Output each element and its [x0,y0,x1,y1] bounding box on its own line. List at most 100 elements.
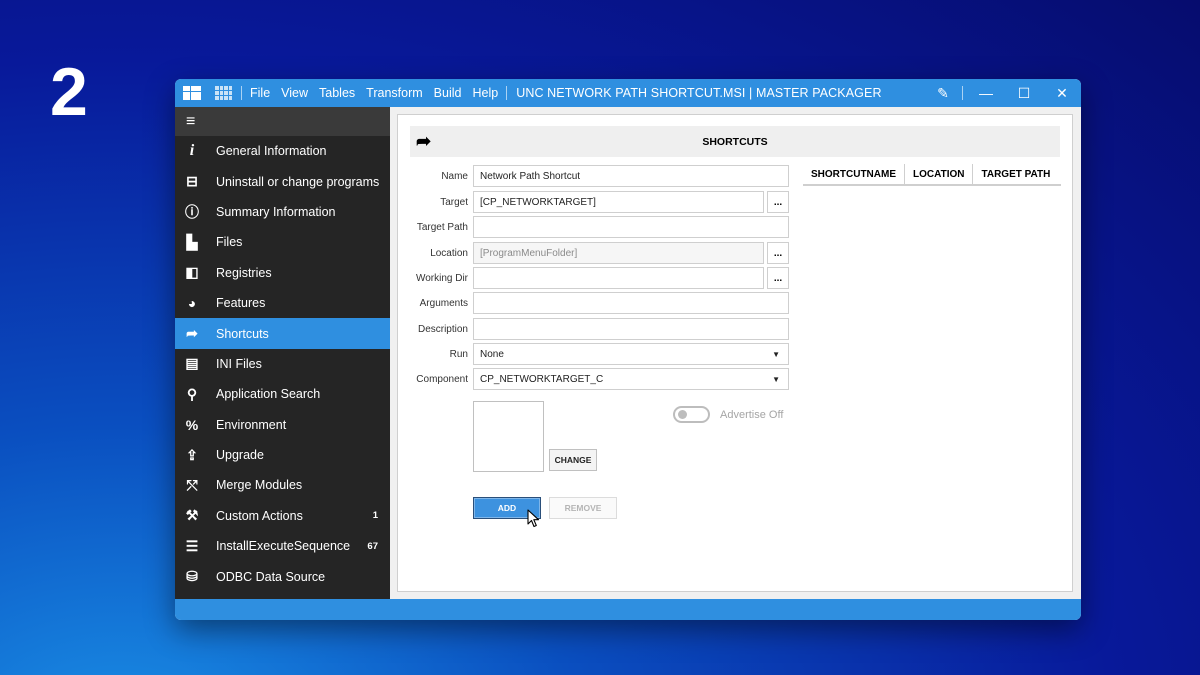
titlebar-divider [506,86,508,100]
sidebar-item-summary-information[interactable]: ⓘ Summary Information [175,197,390,227]
menu-build[interactable]: Build [434,86,462,100]
target-path-label: Target Path [416,221,468,233]
sidebar: ≡ i General Information ⊟ Uninstall or chan… [175,107,390,599]
info-circle-icon: ⓘ [185,203,199,220]
panel-title: SHORTCUTS [702,135,768,148]
sidebar-item-label: Upgrade [216,448,264,463]
menu-file[interactable]: File [250,86,270,100]
sidebar-item-label: Summary Information [216,204,336,219]
shortcut-arrow-icon: ➦ [186,325,198,342]
sidebar-item-files[interactable]: ▙ Files [175,227,390,257]
edit-pen-icon[interactable]: ✎ [928,79,958,107]
window-controls: ✎ — ☐ ✕ [928,79,1081,107]
component-select[interactable]: CP_NETWORKTARGET_C ▼ [473,368,789,390]
sidebar-item-shortcuts[interactable]: ➦ Shortcuts [175,318,390,349]
tools-icon: ⚒ [185,507,199,524]
uninstall-icon: ⊟ [186,173,198,190]
target-row: Target [CP_NETWORKTARGET] ... [410,191,790,213]
list-icon: ☰ [185,537,199,554]
sidebar-item-label: Application Search [216,387,321,402]
remove-button[interactable]: REMOVE [549,497,617,519]
toggle-knob [678,410,687,419]
location-browse-button[interactable]: ... [767,242,789,264]
target-path-input[interactable] [473,216,789,238]
advertise-label: Advertise Off [720,408,784,421]
close-button[interactable]: ✕ [1043,79,1081,107]
component-row: Component CP_NETWORKTARGET_C ▼ [410,368,790,390]
sidebar-item-merge-modules[interactable]: ⤲ Merge Modules [175,470,390,500]
sidebar-item-upgrade[interactable]: ⇪ Upgrade [175,440,390,470]
titlebar-divider [241,86,242,100]
arguments-input[interactable] [473,292,789,314]
column-target-path[interactable]: TARGET PATH [973,164,1058,184]
change-icon-button[interactable]: CHANGE [549,449,597,471]
sidebar-item-label: Files [216,235,243,250]
title-bar: File View Tables Transform Build Help UN… [175,79,1081,107]
titlebar-divider [962,86,963,100]
target-browse-button[interactable]: ... [767,191,789,213]
minimize-button[interactable]: — [967,79,1005,107]
merge-icon: ⤲ [186,476,198,493]
location-input[interactable]: [ProgramMenuFolder] [473,242,764,264]
shortcuts-table-header: SHORTCUTNAME LOCATION TARGET PATH [803,164,1061,186]
target-path-row: Target Path [410,216,790,238]
grid-view-icon[interactable] [215,86,232,100]
sidebar-item-label: Uninstall or change programs [216,174,380,189]
sidebar-item-label: Features [216,296,266,311]
working-dir-row: Working Dir ... [410,267,790,289]
mouse-cursor-icon [527,509,540,528]
column-location[interactable]: LOCATION [905,164,974,184]
working-dir-input[interactable] [473,267,764,289]
info-italic-icon: i [189,142,195,160]
count-badge: 1 [372,510,378,522]
sidebar-list: i General Information ⊟ Uninstall or change… [175,136,390,592]
target-input[interactable]: [CP_NETWORKTARGET] [473,191,764,213]
component-select-value: CP_NETWORKTARGET_C [480,373,604,385]
file-icon: ▙ [186,233,198,250]
sidebar-item-application-search[interactable]: ⚲ Application Search [175,379,390,409]
sidebar-item-label: Merge Modules [216,478,303,493]
app-window: File View Tables Transform Build Help UN… [175,79,1081,620]
sidebar-item-installexecutesequence[interactable]: ☰ InstallExecuteSequence 67 [175,531,390,561]
sidebar-item-uninstall-or-change-programs[interactable]: ⊟ Uninstall or change programs [175,166,390,196]
icon-preview [473,401,544,472]
description-input[interactable] [473,318,789,340]
sidebar-item-ini-files[interactable]: ▤ INI Files [175,349,390,379]
upload-icon: ⇪ [186,446,198,463]
menu-transform[interactable]: Transform [366,86,423,100]
pie-icon: ◕ [187,295,197,312]
name-row: Name Network Path Shortcut [410,165,790,187]
run-select[interactable]: None ▼ [473,343,789,365]
hamburger-menu-icon[interactable]: ≡ [175,107,390,136]
location-row: Location [ProgramMenuFolder] ... [410,242,790,264]
menu-help[interactable]: Help [472,86,498,100]
sidebar-item-label: ODBC Data Source [216,569,326,584]
advertise-toggle[interactable] [673,406,710,423]
sidebar-item-features[interactable]: ◕ Features [175,288,390,318]
step-number: 2 [50,54,88,130]
sidebar-item-label: Custom Actions [216,508,303,523]
document-icon: ▤ [185,355,199,372]
sidebar-item-registries[interactable]: ◧ Registries [175,258,390,288]
window-title: UNC NETWORK PATH SHORTCUT.MSI | MASTER P… [516,86,882,100]
working-dir-browse-button[interactable]: ... [767,267,789,289]
sidebar-item-custom-actions[interactable]: ⚒ Custom Actions 1 [175,501,390,531]
location-label: Location [430,247,468,259]
component-label: Component [416,373,468,385]
working-dir-label: Working Dir [415,272,468,284]
sidebar-item-environment[interactable]: % Environment [175,410,390,440]
maximize-button[interactable]: ☐ [1005,79,1043,107]
name-input[interactable]: Network Path Shortcut [473,165,789,187]
percent-icon: % [185,416,199,433]
arguments-row: Arguments [410,292,790,314]
column-shortcutname[interactable]: SHORTCUTNAME [803,164,905,184]
target-label: Target [440,196,468,208]
sidebar-item-label: General Information [216,144,327,159]
menu-tables[interactable]: Tables [319,86,355,100]
menu-view[interactable]: View [281,86,308,100]
sidebar-item-label: InstallExecuteSequence [216,539,351,554]
database-icon: ⛁ [186,568,198,585]
description-label: Description [417,323,468,335]
sidebar-item-odbc-data-source[interactable]: ⛁ ODBC Data Source [175,561,390,591]
sidebar-item-general-information[interactable]: i General Information [175,136,390,166]
